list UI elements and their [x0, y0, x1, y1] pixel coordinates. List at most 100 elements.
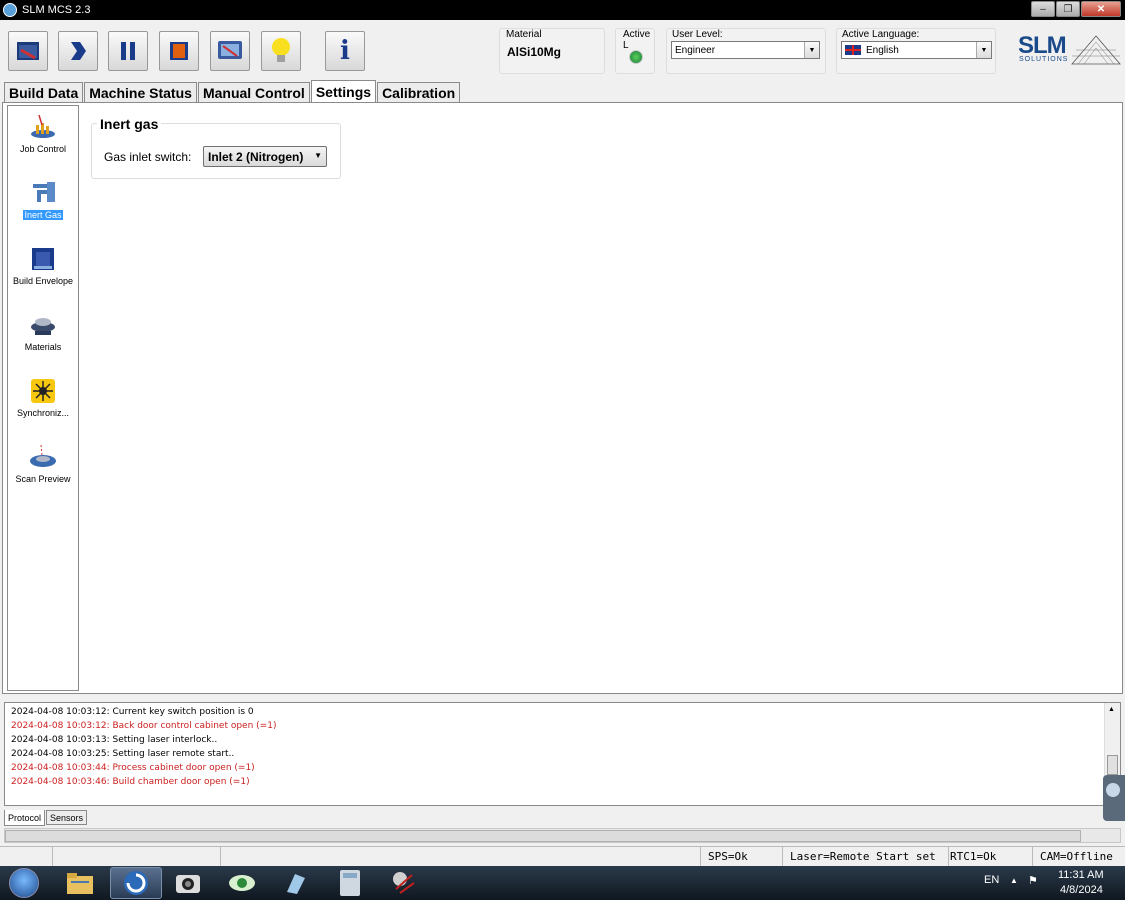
inert-gas-group: Inert gas Gas inlet switch: Inlet 2 (Nit…	[91, 116, 341, 179]
language-select[interactable]: English ▼	[841, 41, 992, 59]
info-button[interactable]: i	[325, 31, 365, 71]
gas-inlet-select[interactable]: Inlet 2 (Nitrogen) ▼	[203, 146, 327, 167]
pause-button[interactable]	[108, 31, 148, 71]
minimize-button[interactable]: ‒	[1031, 1, 1055, 17]
window-title: SLM MCS 2.3	[22, 4, 91, 16]
sidebar-item-label: Scan Preview	[15, 474, 71, 484]
sidebar-item-materials[interactable]: Materials	[8, 312, 78, 353]
teamviewer-handle[interactable]	[1103, 775, 1125, 821]
monitor-icon	[218, 41, 242, 59]
tab-protocol[interactable]: Protocol	[4, 810, 46, 826]
protocol-log: 2024-04-08 10:03:12: Current key switch …	[4, 702, 1121, 806]
sidebar-item-inert-gas[interactable]: Inert Gas	[8, 180, 78, 221]
taskbar-viewer[interactable]	[216, 867, 268, 899]
cam-status: CAM=Offline	[1040, 850, 1113, 863]
tab-manual-control[interactable]: Manual Control	[197, 82, 310, 102]
open-folder-icon	[17, 42, 39, 60]
sidebar-item-scan-preview[interactable]: Scan Preview	[8, 444, 78, 485]
tab-build-data[interactable]: Build Data	[4, 82, 84, 102]
screen-button[interactable]	[210, 31, 250, 71]
close-button[interactable]: ✕	[1081, 1, 1121, 17]
status-bar: SPS=Ok Laser=Remote Start set RTC1=Ok CA…	[0, 846, 1125, 867]
camera-icon	[176, 875, 200, 893]
tab-machine-status[interactable]: Machine Status	[84, 82, 197, 102]
settings-panel: Job Control Inert Gas Build Envelope Mat…	[2, 102, 1123, 694]
chevron-down-icon: ▼	[976, 42, 991, 58]
tray-date[interactable]: 4/8/2024	[1060, 884, 1103, 896]
tray-time[interactable]: 11:31 AM	[1058, 869, 1104, 881]
glass-tool-icon	[287, 874, 305, 894]
taskbar-snipping[interactable]	[378, 867, 430, 899]
sidebar-item-synchronize[interactable]: Synchroniz...	[8, 378, 78, 419]
material-box: Material AlSi10Mg	[499, 28, 605, 74]
active-indicator-icon	[629, 50, 643, 64]
taskbar-calculator[interactable]	[324, 867, 376, 899]
log-line: 2024-04-08 10:03:12: Current key switch …	[11, 707, 254, 717]
scroll-up-icon[interactable]: ▲	[1108, 706, 1115, 713]
windows-start-icon	[9, 868, 39, 898]
calculator-icon	[340, 870, 360, 896]
tray-language[interactable]: EN	[984, 874, 999, 886]
inert-gas-icon	[29, 180, 57, 206]
start-button[interactable]	[4, 867, 44, 899]
tab-sensors[interactable]: Sensors	[46, 810, 88, 825]
window-controls: ‒ ❐ ✕	[1031, 1, 1121, 17]
job-control-icon	[29, 114, 57, 140]
tab-calibration[interactable]: Calibration	[377, 82, 461, 102]
scissors-icon	[393, 872, 415, 894]
logo-mesh-icon	[1071, 35, 1121, 65]
sidebar-item-build-envelope[interactable]: Build Envelope	[8, 246, 78, 287]
lightbulb-icon	[272, 38, 290, 62]
light-button[interactable]	[261, 31, 301, 71]
sidebar-item-label: Synchroniz...	[16, 408, 70, 418]
language-box: Active Language: English ▼	[836, 28, 996, 74]
user-level-box: User Level: Engineer ▼	[666, 28, 826, 74]
material-label: Material	[506, 29, 542, 40]
log-scroll-thumb[interactable]	[1107, 755, 1118, 775]
slm-logo: SLM SOLUTIONS	[1018, 32, 1122, 68]
gas-inlet-label: Gas inlet switch:	[104, 150, 192, 164]
main-tabs: Build Data Machine Status Manual Control…	[4, 80, 461, 103]
material-value: AlSi10Mg	[507, 45, 562, 59]
tab-settings[interactable]: Settings	[310, 80, 377, 103]
tray-flag-icon[interactable]: ⚑	[1028, 874, 1038, 887]
log-line: 2024-04-08 10:03:46: Build chamber door …	[11, 777, 250, 787]
user-level-value: Engineer	[675, 44, 716, 56]
taskbar-camera[interactable]	[162, 867, 214, 899]
uk-flag-icon	[845, 45, 861, 55]
chevron-down-icon: ▼	[314, 151, 322, 160]
build-envelope-icon	[29, 246, 57, 272]
play-icon	[71, 42, 86, 60]
taskbar-tool[interactable]	[270, 867, 322, 899]
gas-inlet-value: Inlet 2 (Nitrogen)	[208, 149, 304, 164]
start-button[interactable]	[58, 31, 98, 71]
active-l-label: Active L	[623, 29, 651, 51]
teamviewer-icon	[1106, 783, 1120, 797]
folder-icon	[67, 873, 93, 894]
laser-status: Laser=Remote Start set	[790, 850, 936, 863]
horizontal-scrollbar[interactable]	[4, 828, 1121, 843]
stop-icon	[170, 42, 188, 60]
sidebar-item-label: Build Envelope	[12, 276, 74, 286]
active-l-box: Active L	[615, 28, 655, 74]
user-level-select[interactable]: Engineer ▼	[671, 41, 820, 59]
log-tabs: Protocol Sensors	[4, 810, 88, 826]
app-icon	[3, 3, 17, 17]
horizontal-scroll-thumb[interactable]	[5, 830, 1081, 842]
tray-expand-icon[interactable]: ▲	[1010, 876, 1018, 885]
slm-app-icon	[124, 871, 148, 895]
log-line: 2024-04-08 10:03:44: Process cabinet doo…	[11, 763, 255, 773]
log-line: 2024-04-08 10:03:13: Setting laser inter…	[11, 735, 218, 745]
stop-button[interactable]	[159, 31, 199, 71]
log-line: 2024-04-08 10:03:25: Setting laser remot…	[11, 749, 235, 759]
info-icon: i	[340, 36, 350, 66]
toolbar: i Material AlSi10Mg Active L User Level:…	[0, 20, 1125, 80]
taskbar-slm-mcs[interactable]	[110, 867, 162, 899]
maximize-button[interactable]: ❐	[1056, 1, 1080, 17]
sps-status: SPS=Ok	[708, 850, 748, 863]
open-job-button[interactable]	[8, 31, 48, 71]
sidebar-item-job-control[interactable]: Job Control	[8, 114, 78, 155]
title-bar: SLM MCS 2.3 ‒ ❐ ✕	[0, 0, 1125, 20]
synchronize-icon	[29, 378, 57, 404]
taskbar-explorer[interactable]	[54, 867, 106, 899]
